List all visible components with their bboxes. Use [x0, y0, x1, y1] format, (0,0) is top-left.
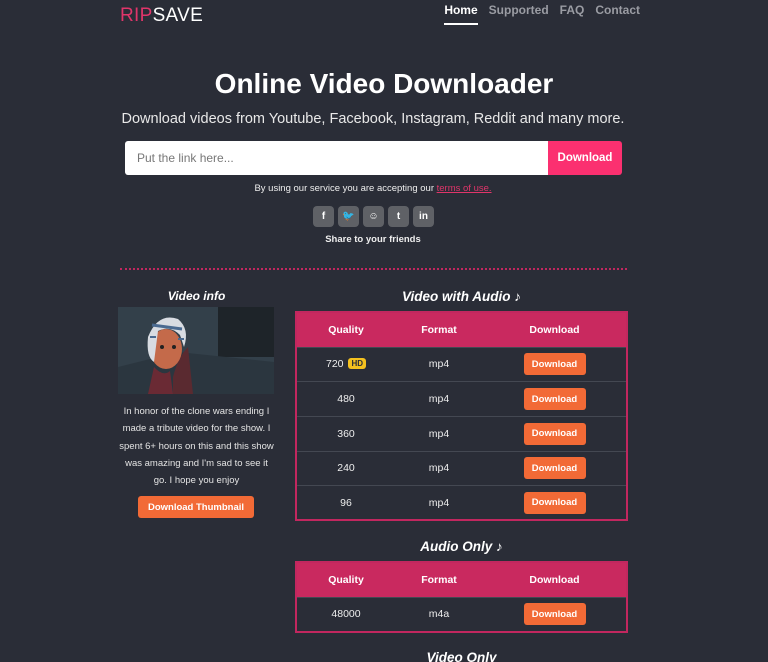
format-cell: mp4 — [395, 381, 483, 417]
nav-links: Home Supported FAQ Contact — [444, 3, 640, 25]
share-reddit-button[interactable]: ☺ — [363, 206, 384, 227]
table-row: 360 mp4 Download — [296, 415, 627, 452]
format-cell: mp4 — [395, 346, 483, 382]
download-cell: Download — [483, 596, 627, 632]
quality-cell: 240 — [296, 450, 395, 486]
download-cell: Download — [483, 485, 627, 521]
download-thumbnail-button[interactable]: Download Thumbnail — [138, 496, 254, 518]
logo-part-rip: RIP — [120, 5, 153, 26]
quality-cell: 360 — [296, 415, 395, 452]
quality-value: 360 — [337, 427, 355, 440]
download-button[interactable]: Download — [523, 353, 586, 376]
col-format: Format — [395, 562, 483, 597]
video-info-title: Video info — [167, 289, 226, 303]
table-row: 240 mp4 Download — [296, 450, 627, 486]
audio-only-title: Audio Only ♪ — [420, 539, 503, 554]
page-title: Online Video Downloader — [214, 68, 554, 99]
col-download: Download — [483, 312, 627, 347]
format-cell: m4a — [395, 596, 483, 632]
table-row: 96 mp4 Download — [296, 485, 627, 521]
download-button[interactable]: Download — [523, 457, 586, 480]
table-row: 480 mp4 Download — [296, 381, 627, 417]
col-quality: Quality — [296, 562, 395, 597]
quality-cell: 720 HD — [296, 346, 395, 382]
download-cell: Download — [483, 381, 627, 417]
page-subtitle: Download videos from Youtube, Facebook, … — [121, 111, 625, 127]
quality-cell: 480 — [296, 381, 395, 417]
linkedin-icon: in — [419, 211, 428, 222]
format-cell: mp4 — [395, 485, 483, 521]
nav-home[interactable]: Home — [444, 3, 478, 25]
video-thumbnail — [118, 307, 274, 394]
quality-cell: 48000 — [296, 596, 395, 632]
download-cell: Download — [483, 346, 627, 382]
nav-supported[interactable]: Supported — [489, 3, 549, 25]
format-cell: mp4 — [395, 415, 483, 452]
quality-value: 480 — [337, 393, 355, 406]
tumblr-icon: t — [396, 211, 401, 222]
table-row: 48000 m4a Download — [296, 596, 627, 632]
section-divider — [120, 268, 627, 270]
logo[interactable]: RIPSAVE — [120, 5, 203, 27]
download-cell: Download — [483, 415, 627, 452]
video-with-audio-table: Quality Format Download 720 HD mp4 Downloa… — [295, 311, 628, 522]
quality-value: 96 — [340, 496, 352, 509]
terms-text: By using our service you are accepting o… — [254, 183, 437, 194]
col-format: Format — [395, 312, 483, 347]
logo-part-save: SAVE — [152, 5, 204, 26]
audio-only-table: Quality Format Download 48000 m4a Download — [295, 561, 628, 633]
share-twitter-button[interactable]: 🐦 — [338, 206, 359, 227]
quality-value: 720 — [325, 358, 344, 371]
format-cell: mp4 — [395, 450, 483, 486]
share-facebook-button[interactable]: f — [313, 206, 334, 227]
download-button[interactable]: Download — [523, 422, 586, 445]
video-with-audio-title: Video with Audio ♪ — [402, 289, 521, 304]
search-form: Download — [125, 141, 622, 175]
nav-faq[interactable]: FAQ — [560, 3, 585, 25]
share-buttons: f 🐦 ☺ t in — [313, 206, 434, 227]
facebook-icon: f — [321, 211, 326, 222]
thumbnail-image — [118, 307, 274, 394]
download-button[interactable]: Download — [523, 491, 586, 514]
twitter-icon: 🐦 — [342, 211, 355, 222]
quality-cell: 96 — [296, 485, 395, 521]
share-tumblr-button[interactable]: t — [388, 206, 409, 227]
video-only-title: Video Only — [426, 650, 497, 662]
nav-contact[interactable]: Contact — [595, 3, 640, 25]
table-header-row: Quality Format Download — [296, 562, 627, 597]
download-button[interactable]: Download — [523, 388, 586, 411]
quality-value: 240 — [337, 462, 355, 475]
table-row: 720 HD mp4 Download — [296, 346, 627, 382]
video-description: In honor of the clone wars ending I made… — [119, 406, 274, 487]
url-input[interactable] — [125, 141, 548, 175]
download-button[interactable]: Download — [523, 603, 586, 626]
download-submit-button[interactable]: Download — [548, 141, 622, 175]
col-quality: Quality — [296, 312, 395, 347]
share-linkedin-button[interactable]: in — [413, 206, 434, 227]
download-cell: Download — [483, 450, 627, 486]
terms-link[interactable]: terms of use. — [437, 183, 492, 194]
hd-badge: HD — [348, 358, 366, 370]
table-header-row: Quality Format Download — [296, 312, 627, 347]
navbar: RIPSAVE Home Supported FAQ Contact — [0, 0, 768, 30]
reddit-icon: ☺ — [368, 211, 379, 222]
col-download: Download — [483, 562, 627, 597]
terms-notice: By using our service you are accepting o… — [0, 183, 746, 194]
share-label: Share to your friends — [325, 234, 421, 245]
quality-value: 48000 — [331, 608, 361, 621]
